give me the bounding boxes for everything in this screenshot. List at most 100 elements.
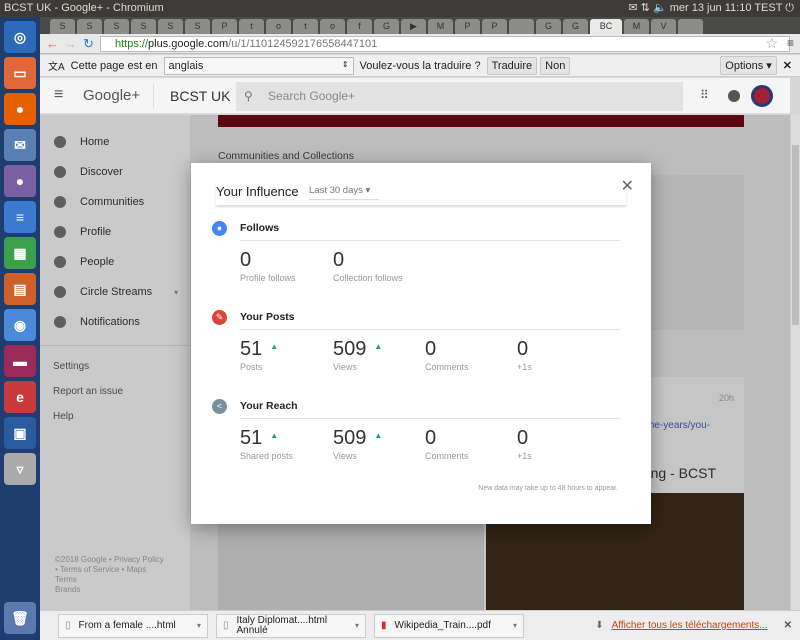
menu-icon[interactable]: ≡: [787, 36, 794, 50]
stat-collection-follows: 0 Collection follows: [333, 249, 403, 283]
forward-icon[interactable]: →: [64, 36, 77, 51]
close-downloads-icon[interactable]: ✕: [784, 620, 792, 631]
tab[interactable]: S: [104, 19, 129, 34]
stat-label: Comments: [425, 451, 469, 461]
clock[interactable]: mer 13 jun 11:10: [670, 2, 752, 14]
divider: [240, 329, 620, 330]
video-icon[interactable]: ▬: [4, 345, 36, 377]
translate-question: Voulez-vous la traduire ?: [359, 59, 481, 72]
pdf-icon: ▮: [381, 619, 387, 631]
section-title: Your Posts: [240, 311, 295, 323]
show-all-downloads-link[interactable]: Afficher tous les téléchargements...: [612, 620, 768, 631]
power-icon[interactable]: ⏻: [785, 2, 794, 14]
dropdown-arrow-icon: ▾: [365, 185, 371, 196]
tab[interactable]: M: [624, 19, 649, 34]
gplus-logo[interactable]: Google+: [83, 87, 140, 104]
tab[interactable]: V: [651, 19, 676, 34]
person-icon: ●: [212, 221, 227, 236]
share-icon: <: [212, 399, 227, 414]
chevron-down-icon[interactable]: ▾: [355, 621, 359, 631]
tab[interactable]: o: [320, 19, 345, 34]
translate-icon: 文A: [48, 62, 65, 73]
stat-value: 0: [517, 427, 529, 449]
section-title: Follows: [240, 222, 280, 234]
user-menu[interactable]: TEST: [754, 2, 782, 14]
hamburger-icon[interactable]: ≡: [54, 86, 63, 104]
calc-icon[interactable]: ▦: [4, 237, 36, 269]
footnote: New data may take up to 48 hours to appe…: [478, 485, 618, 492]
chromium-icon[interactable]: ◉: [4, 309, 36, 341]
tab[interactable]: S: [50, 19, 75, 34]
tab[interactable]: [509, 19, 534, 34]
tab[interactable]: [678, 19, 703, 34]
screen-icon[interactable]: ▣: [4, 417, 36, 449]
search-input[interactable]: ⚲ Search Google+: [236, 82, 683, 111]
tab[interactable]: S: [77, 19, 102, 34]
language-select[interactable]: anglais ⇕: [163, 56, 354, 75]
pencil-icon: ✎: [212, 310, 227, 325]
tab-active[interactable]: BC: [590, 19, 622, 34]
tab[interactable]: P: [482, 19, 507, 34]
stat-value: 51: [240, 427, 263, 449]
url-field[interactable]: https://plus.google.com/u/1/110124592176…: [100, 36, 790, 52]
period-dropdown[interactable]: Last 30 days ▾: [309, 185, 379, 200]
bookmark-star-icon[interactable]: ☆: [765, 35, 778, 52]
tab[interactable]: M: [428, 19, 453, 34]
installer-icon[interactable]: ▿: [4, 453, 36, 485]
tab[interactable]: ▶: [401, 19, 426, 34]
tab[interactable]: P: [455, 19, 480, 34]
tab[interactable]: S: [185, 19, 210, 34]
tab[interactable]: t: [239, 19, 264, 34]
files-icon[interactable]: ▭: [4, 57, 36, 89]
stat-comments: 0 Comments: [425, 427, 469, 461]
tab[interactable]: G: [536, 19, 561, 34]
stat-label: Views: [333, 362, 357, 372]
tab[interactable]: t: [293, 19, 318, 34]
tab[interactable]: S: [131, 19, 156, 34]
stat-value: 51: [240, 338, 263, 360]
tab[interactable]: G: [563, 19, 588, 34]
download-item[interactable]: ▯ From a female ....html ▾: [58, 613, 208, 638]
options-button[interactable]: Options ▾: [720, 56, 777, 75]
tab[interactable]: P: [212, 19, 237, 34]
back-icon[interactable]: ←: [46, 36, 59, 51]
window-titlebar: BCST UK - Google+ - Chromium ✉ ⇅ 🔈 mer 1…: [0, 0, 800, 17]
influence-dialog: Your Influence Last 30 days ▾ ✕ ● Follow…: [191, 163, 651, 524]
volume-icon[interactable]: 🔈: [653, 2, 667, 14]
chevron-down-icon[interactable]: ▾: [197, 621, 201, 631]
firefox-icon[interactable]: ●: [4, 93, 36, 125]
app-icon[interactable]: e: [4, 381, 36, 413]
tab[interactable]: o: [266, 19, 291, 34]
tab[interactable]: G: [374, 19, 399, 34]
download-status: Annulé: [236, 624, 268, 636]
ubuntu-dash-icon[interactable]: ◎: [4, 21, 36, 53]
close-translate-icon[interactable]: ✕: [783, 59, 792, 72]
stat-label: +1s: [517, 362, 532, 372]
download-item[interactable]: ▯ Italy Diplomat....html Annulé ▾: [216, 613, 366, 638]
tab[interactable]: f: [347, 19, 372, 34]
mail-icon[interactable]: ✉: [628, 2, 637, 14]
stat-label: +1s: [517, 451, 532, 461]
pidgin-icon[interactable]: ●: [4, 165, 36, 197]
thunderbird-icon[interactable]: ✉: [4, 129, 36, 161]
close-icon[interactable]: ✕: [621, 176, 634, 196]
network-icon[interactable]: ⇅: [641, 2, 650, 14]
translate-button[interactable]: Traduire: [486, 56, 538, 75]
apps-grid-icon[interactable]: ⠿: [700, 88, 709, 102]
search-placeholder: Search Google+: [268, 89, 356, 103]
chevron-down-icon[interactable]: ▾: [513, 621, 517, 631]
tab[interactable]: S: [158, 19, 183, 34]
downloads-bar: ▯ From a female ....html ▾ ▯ Italy Diplomat…: [40, 610, 800, 640]
file-icon: ▯: [223, 619, 229, 631]
trash-icon[interactable]: 🗑: [4, 602, 36, 634]
reload-icon[interactable]: ↻: [83, 36, 94, 52]
no-button[interactable]: Non: [540, 56, 571, 75]
download-item[interactable]: ▮ Wikipedia_Train....pdf ▾: [374, 613, 524, 638]
impress-icon[interactable]: ▤: [4, 273, 36, 305]
tab-strip: S S S S S S P t o t o f G ▶ M P P G G BC…: [40, 17, 800, 34]
notifications-icon[interactable]: [728, 90, 740, 102]
scrollbar-thumb[interactable]: [792, 145, 799, 325]
writer-icon[interactable]: ≡: [4, 201, 36, 233]
avatar[interactable]: [751, 85, 773, 107]
scrollbar[interactable]: [790, 115, 800, 610]
